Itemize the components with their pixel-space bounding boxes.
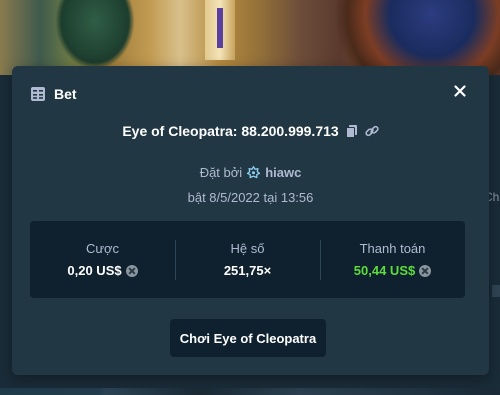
- cobra-symbol: [55, 0, 135, 70]
- multiplier-label: Hệ số: [230, 241, 265, 256]
- close-icon: [454, 84, 466, 102]
- bet-date: bật 8/5/2022 tại 13:56: [187, 190, 314, 205]
- background-side-block: [492, 285, 500, 297]
- modal-title: Bet: [54, 86, 77, 102]
- pillar-symbol: [205, 0, 235, 60]
- bet-stats-panel: Cược 0,20 US$ Hệ số 251,75× Thanh toán 5…: [30, 221, 465, 298]
- close-button[interactable]: [453, 84, 467, 102]
- placed-by-row: Đặt bởi hiawc: [12, 165, 489, 180]
- copy-icon[interactable]: [345, 124, 359, 138]
- payout-stat: Thanh toán 50,44 US$: [320, 221, 465, 298]
- currency-coin-icon: [125, 264, 138, 277]
- bet-id-row: Eye of Cleopatra: 88.200.999.713: [12, 123, 489, 139]
- bet-game-and-id: Eye of Cleopatra: 88.200.999.713: [122, 123, 339, 139]
- currency-coin-icon: [419, 264, 432, 277]
- modal-header: Bet: [30, 85, 77, 103]
- background-tiles-strip: [0, 388, 500, 395]
- payout-value-row: 50,44 US$: [353, 263, 432, 278]
- wager-label: Cược: [85, 241, 120, 256]
- payout-value: 50,44 US$: [353, 263, 416, 278]
- wager-stat: Cược 0,20 US$: [30, 221, 175, 298]
- play-game-button[interactable]: Chơi Eye of Cleopatra: [170, 319, 326, 357]
- multiplier-stat: Hệ số 251,75×: [175, 221, 320, 298]
- bet-slip-icon: [30, 86, 46, 102]
- multiplier-value: 251,75×: [223, 263, 272, 278]
- user-name-link[interactable]: hiawc: [265, 165, 301, 180]
- link-icon[interactable]: [365, 124, 379, 138]
- placed-by-label: Đặt bởi: [199, 165, 243, 180]
- crown-icon: [246, 165, 261, 179]
- bet-modal: Bet Eye of Cleopatra: 88.200.999.713 Đặt…: [12, 66, 489, 375]
- wager-value-row: 0,20 US$: [67, 263, 138, 278]
- payout-label: Thanh toán: [359, 241, 426, 256]
- wager-value: 0,20 US$: [67, 263, 122, 278]
